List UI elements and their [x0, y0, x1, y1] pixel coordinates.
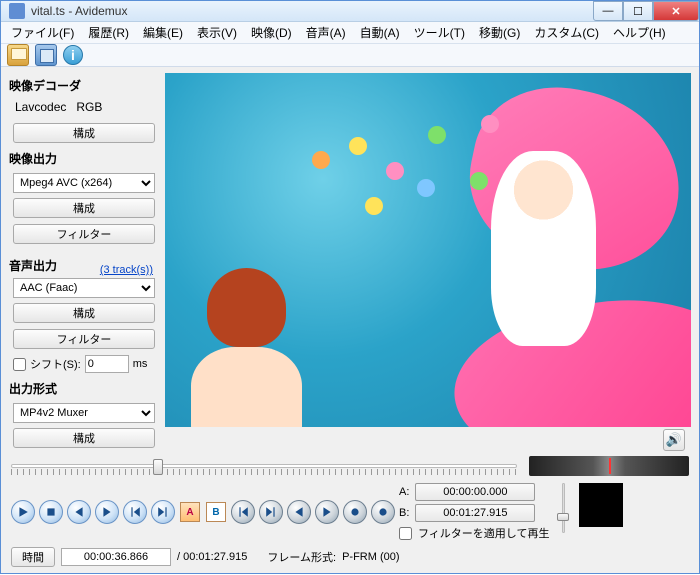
audio-filter-button[interactable]: フィルター	[13, 329, 155, 349]
minimize-button[interactable]: —	[593, 1, 623, 21]
apply-filter-playback-label: フィルターを適用して再生	[418, 525, 549, 541]
video-preview	[165, 73, 691, 427]
menu-video[interactable]: 映像(D)	[245, 22, 298, 43]
shift-value-input[interactable]	[85, 355, 129, 373]
menu-history[interactable]: 履歴(R)	[82, 22, 135, 43]
audio-tracks-link[interactable]: (3 track(s))	[100, 264, 153, 276]
audio-configure-button[interactable]: 構成	[13, 303, 155, 323]
maximize-button[interactable]: ☐	[623, 1, 653, 21]
goto-marker-b-button[interactable]	[315, 500, 339, 524]
output-format-label: 出力形式	[9, 380, 159, 397]
audio-meter	[579, 483, 623, 527]
menu-edit[interactable]: 編集(E)	[137, 22, 189, 43]
close-button[interactable]: ✕	[653, 1, 699, 21]
menubar: ファイル(F) 履歴(R) 編集(E) 表示(V) 映像(D) 音声(A) 自動…	[1, 22, 699, 44]
marker-a-time[interactable]: 00:00:00.000	[415, 483, 535, 501]
prev-black-frame-button[interactable]	[343, 500, 367, 524]
menu-go[interactable]: 移動(G)	[473, 22, 526, 43]
audio-output-label: 音声出力	[9, 257, 57, 274]
shift-checkbox[interactable]	[13, 358, 26, 371]
toolbar: i	[1, 44, 699, 67]
menu-audio[interactable]: 音声(A)	[300, 22, 352, 43]
app-window: vital.ts - Avidemux — ☐ ✕ ファイル(F) 履歴(R) …	[0, 0, 700, 574]
muxer-configure-button[interactable]: 構成	[13, 428, 155, 448]
video-configure-button[interactable]: 構成	[13, 198, 155, 218]
decoder-configure-button[interactable]: 構成	[13, 123, 155, 143]
titlebar: vital.ts - Avidemux — ☐ ✕	[1, 1, 699, 22]
apply-filter-playback-checkbox[interactable]	[399, 527, 412, 540]
next-black-frame-button[interactable]	[371, 500, 395, 524]
video-filter-button[interactable]: フィルター	[13, 224, 155, 244]
time-button[interactable]: 時間	[11, 547, 55, 567]
speaker-button[interactable]: 🔊	[663, 429, 685, 451]
audio-codec-select[interactable]: AAC (Faac)	[13, 278, 155, 298]
decoder-name: Lavcodec	[15, 100, 66, 114]
menu-tools[interactable]: ツール(T)	[408, 22, 471, 43]
timeline-slider[interactable]	[11, 455, 517, 477]
frame-type-value: P-FRM (00)	[342, 551, 399, 563]
goto-marker-a-button[interactable]	[287, 500, 311, 524]
frame-type-label: フレーム形式:	[267, 549, 336, 565]
shift-unit: ms	[133, 358, 148, 370]
play-button[interactable]	[11, 500, 35, 524]
decoder-colorspace: RGB	[76, 100, 102, 114]
prev-keyframe-button[interactable]	[123, 500, 147, 524]
goto-start-button[interactable]	[231, 500, 255, 524]
total-time: / 00:01:27.915	[177, 551, 247, 563]
next-frame-button[interactable]	[95, 500, 119, 524]
timeline-thumb[interactable]	[153, 459, 163, 475]
menu-custom[interactable]: カスタム(C)	[528, 22, 605, 43]
video-codec-select[interactable]: Mpeg4 AVC (x264)	[13, 173, 155, 193]
marker-b-time[interactable]: 00:01:27.915	[415, 504, 535, 522]
marker-b-label: B:	[399, 507, 409, 519]
next-keyframe-button[interactable]	[151, 500, 175, 524]
prev-frame-button[interactable]	[67, 500, 91, 524]
marker-a-label: A:	[399, 486, 409, 498]
goto-end-button[interactable]	[259, 500, 283, 524]
set-marker-a-button[interactable]: A	[180, 502, 200, 522]
set-marker-b-button[interactable]: B	[206, 502, 226, 522]
nav-strip[interactable]	[529, 456, 689, 476]
info-button[interactable]: i	[63, 45, 83, 65]
save-file-button[interactable]	[35, 44, 57, 66]
current-time-input[interactable]	[61, 548, 171, 566]
video-decoder-label: 映像デコーダ	[9, 77, 159, 94]
menu-view[interactable]: 表示(V)	[191, 22, 243, 43]
stop-button[interactable]	[39, 500, 63, 524]
window-title: vital.ts - Avidemux	[31, 4, 593, 18]
menu-file[interactable]: ファイル(F)	[5, 22, 80, 43]
open-file-button[interactable]	[7, 44, 29, 66]
bottom-panel: A B A: 00:00:00.000 B: 00:01:27.915	[1, 453, 699, 575]
side-panel: 映像デコーダ Lavcodec RGB 構成 映像出力 Mpeg4 AVC (x…	[9, 73, 159, 451]
shift-label: シフト(S):	[30, 356, 81, 372]
menu-auto[interactable]: 自動(A)	[354, 22, 406, 43]
video-output-label: 映像出力	[9, 150, 159, 167]
app-icon	[9, 3, 25, 19]
menu-help[interactable]: ヘルプ(H)	[607, 22, 672, 43]
muxer-select[interactable]: MP4v2 Muxer	[13, 403, 155, 423]
volume-slider[interactable]	[557, 483, 569, 533]
